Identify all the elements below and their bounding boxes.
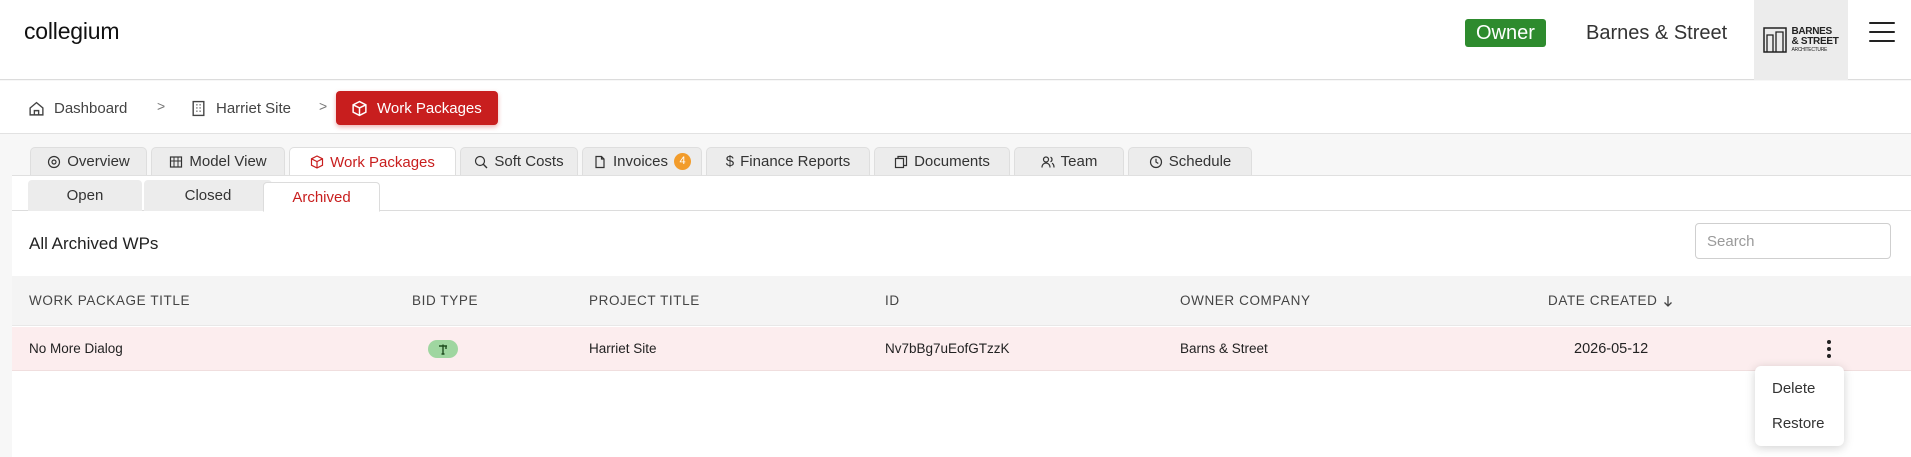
documents-icon — [894, 155, 908, 168]
breadcrumb-work-packages[interactable]: Work Packages — [336, 91, 498, 125]
role-badge: Owner — [1465, 19, 1546, 47]
dollar-icon: $ — [725, 153, 735, 170]
package-icon — [311, 155, 324, 169]
column-header-owner[interactable]: Owner Company — [1180, 276, 1311, 326]
clock-icon — [1149, 155, 1162, 168]
column-header-bid-type[interactable]: Bid Type — [412, 276, 478, 326]
logo-line-2: & STREET — [1791, 35, 1839, 47]
tab-overview[interactable]: Overview — [30, 147, 147, 175]
top-header: collegium Owner Barnes & Street BARNES &… — [0, 0, 1911, 80]
hamburger-icon[interactable] — [1869, 22, 1895, 44]
status-subtabs: Open Closed Archived — [12, 176, 1911, 212]
tab-work-packages[interactable]: Work Packages — [289, 147, 456, 176]
tab-invoices[interactable]: Invoices 4 — [582, 147, 702, 175]
logo-wordmark: BARNES & STREET ARCHITECTURE — [1791, 26, 1839, 54]
column-header-title[interactable]: Work Package Title — [29, 276, 190, 326]
search-input[interactable] — [1695, 223, 1891, 259]
arrow-down-icon — [1664, 296, 1673, 307]
home-icon — [29, 101, 44, 116]
package-icon — [352, 100, 367, 116]
tab-label: Finance Reports — [740, 153, 851, 170]
tab-label: Model View — [189, 153, 267, 170]
tab-documents[interactable]: Documents — [874, 147, 1010, 175]
cell-project: Harriet Site — [589, 341, 657, 356]
tab-finance-reports[interactable]: $ Finance Reports — [706, 147, 870, 175]
logo-building-icon — [1763, 27, 1788, 53]
document-icon — [595, 155, 605, 168]
crane-icon — [439, 344, 447, 355]
subtab-open[interactable]: Open — [28, 180, 142, 211]
tab-label: Overview — [67, 153, 130, 170]
brand-name[interactable]: collegium — [24, 18, 120, 45]
row-actions-menu: Delete Restore — [1755, 366, 1844, 446]
breadcrumb-label: Work Packages — [377, 99, 482, 117]
tab-soft-costs[interactable]: Soft Costs — [460, 147, 578, 175]
column-header-date[interactable]: Date Created — [1548, 276, 1673, 326]
column-header-id[interactable]: ID — [885, 276, 900, 326]
tab-label: Soft Costs — [494, 153, 564, 170]
team-icon — [1041, 155, 1055, 168]
logo-line-3: ARCHITECTURE — [1791, 46, 1828, 53]
tab-schedule[interactable]: Schedule — [1128, 147, 1252, 175]
breadcrumb-separator: > — [319, 98, 328, 114]
search-money-icon — [475, 155, 488, 168]
tab-label: Documents — [914, 153, 990, 170]
cell-date: 2026-05-12 — [1574, 341, 1649, 357]
company-name: Barnes & Street — [1586, 22, 1728, 44]
building-icon — [192, 100, 205, 116]
tab-label: Team — [1060, 153, 1098, 170]
tab-label: Invoices — [612, 153, 669, 170]
table-row[interactable]: No More Dialog Harriet Site Nv7bBg7uEofG… — [12, 327, 1911, 371]
cell-id: Nv7bBg7uEofGTzzK — [885, 341, 1010, 356]
company-logo: BARNES & STREET ARCHITECTURE — [1754, 0, 1848, 80]
cell-title: No More Dialog — [29, 341, 123, 356]
subtab-archived[interactable]: Archived — [263, 182, 380, 212]
subtab-closed[interactable]: Closed — [144, 180, 272, 211]
tab-model-view[interactable]: Model View — [151, 147, 285, 175]
breadcrumb: Dashboard > Harriet Site > Work Packages — [0, 81, 1911, 134]
section-title: All Archived WPs — [29, 234, 159, 253]
cell-owner: Barns & Street — [1180, 341, 1268, 356]
overview-icon — [48, 155, 61, 168]
tab-label: Schedule — [1168, 153, 1232, 170]
menu-item-delete[interactable]: Delete — [1755, 372, 1844, 406]
breadcrumb-harriet-site[interactable]: Harriet Site — [190, 91, 291, 125]
menu-item-restore[interactable]: Restore — [1755, 407, 1844, 441]
more-options-icon[interactable] — [1821, 338, 1837, 360]
model-icon — [170, 155, 183, 168]
work-packages-panel: Open Closed Archived All Archived WPs Wo… — [12, 175, 1911, 457]
breadcrumb-label: Harriet Site — [216, 99, 292, 117]
column-header-project[interactable]: Project Title — [589, 276, 700, 326]
column-header-label: Date Created — [1548, 293, 1658, 308]
breadcrumb-separator: > — [157, 98, 166, 114]
breadcrumb-dashboard[interactable]: Dashboard — [28, 91, 127, 125]
table-header: Work Package Title Bid Type Project Titl… — [12, 276, 1911, 326]
bid-type-chip — [428, 340, 458, 358]
invoice-count-badge: 4 — [674, 153, 692, 170]
breadcrumb-label: Dashboard — [54, 99, 128, 117]
tab-team[interactable]: Team — [1014, 147, 1124, 175]
tab-label: Work Packages — [330, 153, 435, 171]
